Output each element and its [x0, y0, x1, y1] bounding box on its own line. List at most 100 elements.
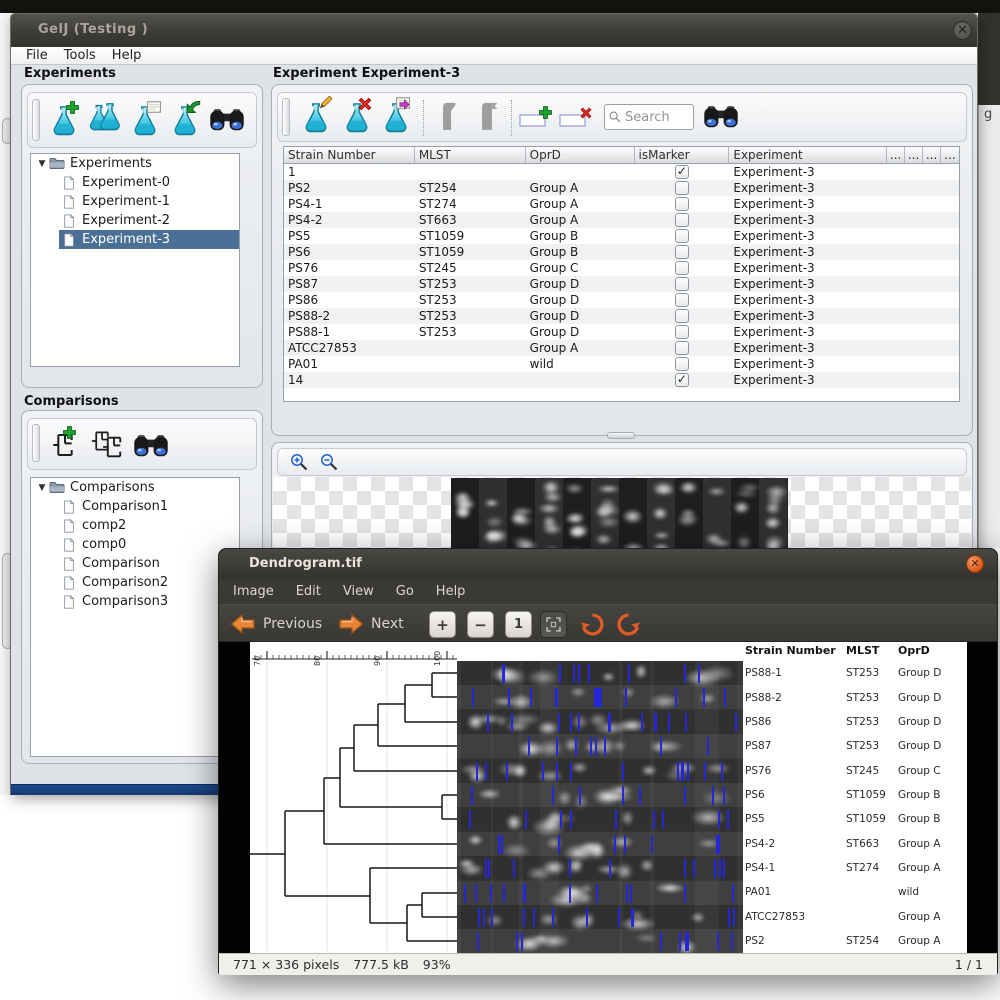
comparison-tree-item[interactable]: Comparison1	[31, 497, 239, 516]
gelj-close-button[interactable]: ✕	[953, 21, 972, 40]
comparison-tree-item[interactable]: Comparison	[31, 554, 239, 573]
viewer-close-button[interactable]: ✕	[966, 555, 984, 573]
table-row[interactable]: PS76 ST245 Group C Experiment-3	[284, 260, 959, 276]
ismarker-checkbox[interactable]	[674, 325, 689, 339]
column-header-experiment[interactable]: Experiment	[729, 147, 888, 163]
table-row[interactable]: PS2 ST254 Group A Experiment-3	[284, 180, 959, 196]
menu-item[interactable]: Image	[233, 584, 274, 599]
zoom-out-button[interactable]	[317, 451, 341, 473]
ismarker-checkbox[interactable]	[674, 372, 689, 387]
edit-experiment-button[interactable]	[298, 98, 334, 136]
menu-item[interactable]: View	[343, 584, 374, 599]
column-header-more[interactable]: ...	[905, 147, 924, 163]
column-header-more[interactable]: ...	[923, 147, 942, 163]
cell-ismarker	[635, 293, 730, 307]
ismarker-checkbox[interactable]	[674, 293, 689, 307]
table-row[interactable]: PS4-2 ST663 Group A Experiment-3	[284, 212, 959, 228]
experiment-tree-item[interactable]: Experiment-2	[31, 211, 239, 230]
experiments-tree-root[interactable]: ▼ Experiments	[31, 154, 239, 173]
table-row[interactable]: 14 Experiment-3	[284, 372, 959, 388]
export-experiment-button[interactable]	[378, 98, 414, 136]
menu-item[interactable]: Go	[396, 584, 414, 599]
comparison-tree-item[interactable]: comp0	[31, 535, 239, 554]
cell-experiment: Experiment-3	[733, 325, 815, 339]
viewer-zoom-in-button[interactable]: +	[429, 611, 456, 638]
expand-triangle-icon[interactable]: ▼	[35, 483, 49, 493]
search-rows-button[interactable]	[701, 102, 741, 132]
gelj-titlebar[interactable]: GelJ (Testing ) ✕	[11, 14, 977, 47]
column-header-more[interactable]: ...	[941, 147, 959, 163]
comparison-tree-item[interactable]: comp2	[31, 516, 239, 535]
normal-size-button[interactable]: 1	[505, 611, 532, 638]
table-row[interactable]: PS87 ST253 Group D Experiment-3	[284, 276, 959, 292]
ismarker-checkbox[interactable]	[674, 261, 689, 275]
search-experiments-button[interactable]	[207, 103, 247, 137]
table-row[interactable]: PS86 ST253 Group D Experiment-3	[284, 292, 959, 308]
column-header-strain[interactable]: Strain Number	[284, 147, 415, 163]
table-row[interactable]: ATCC27853 Group A Experiment-3	[284, 340, 959, 356]
column-header-mlst[interactable]: MLST	[415, 147, 526, 163]
new-comparison-button[interactable]	[47, 428, 83, 462]
menu-item[interactable]: Edit	[296, 584, 321, 599]
search-comparisons-button[interactable]	[131, 431, 171, 461]
next-button[interactable]	[337, 613, 365, 635]
table-row[interactable]: 1 Experiment-3	[284, 164, 959, 180]
table-row[interactable]: PS5 ST1059 Group B Experiment-3	[284, 228, 959, 244]
delete-experiment-button[interactable]	[339, 98, 375, 136]
ismarker-checkbox[interactable]	[674, 357, 689, 371]
panel-splitter-handle[interactable]	[607, 432, 635, 439]
column-header-ismarker[interactable]: isMarker	[635, 147, 730, 163]
experiment-tree-item[interactable]: Experiment-3	[31, 230, 239, 249]
new-experiment-button[interactable]	[46, 101, 82, 139]
minus-icon: −	[474, 615, 487, 634]
lane-flag-tool-icon	[474, 101, 500, 133]
table-row[interactable]: PS4-1 ST274 Group A Experiment-3	[284, 196, 959, 212]
previous-label[interactable]: Previous	[263, 616, 322, 632]
ismarker-checkbox[interactable]	[674, 229, 689, 243]
delete-row-button[interactable]	[559, 106, 593, 130]
ismarker-checkbox[interactable]	[674, 245, 689, 259]
comparisons-tree-root[interactable]: ▼ Comparisons	[31, 478, 239, 497]
expand-triangle-icon[interactable]: ▼	[35, 159, 49, 169]
comparison-tree-item[interactable]: Comparison2	[31, 573, 239, 592]
table-row[interactable]: PS6 ST1059 Group B Experiment-3	[284, 244, 959, 260]
toolbar-grip[interactable]	[32, 424, 40, 462]
menu-item[interactable]: Tools	[64, 48, 96, 63]
column-header-oprd[interactable]: OprD	[526, 147, 635, 163]
duplicate-comparison-button[interactable]	[89, 428, 127, 462]
viewer-canvas: 70 80 90 100 Strain Number MLST OprD PS8…	[219, 642, 997, 953]
viewer-titlebar[interactable]: Dendrogram.tif ✕	[219, 549, 997, 579]
ismarker-checkbox[interactable]	[674, 341, 689, 355]
previous-button[interactable]	[229, 613, 257, 635]
table-row[interactable]: PS88-1 ST253 Group D Experiment-3	[284, 324, 959, 340]
table-row[interactable]: PS88-2 ST253 Group D Experiment-3	[284, 308, 959, 324]
load-experiment-button[interactable]	[127, 101, 163, 139]
next-label[interactable]: Next	[371, 616, 404, 632]
toolbar-grip[interactable]	[32, 99, 40, 141]
lane-flag-tool-button-disabled[interactable]	[472, 100, 502, 134]
best-fit-button[interactable]	[540, 611, 567, 638]
duplicate-experiment-button[interactable]	[85, 101, 123, 139]
column-header-more[interactable]: ...	[887, 147, 906, 163]
experiment-tree-item[interactable]: Experiment-0	[31, 173, 239, 192]
ismarker-checkbox[interactable]	[674, 164, 689, 179]
lane-tool-button-disabled[interactable]	[433, 100, 463, 134]
toolbar-grip[interactable]	[282, 98, 290, 136]
ismarker-checkbox[interactable]	[674, 213, 689, 227]
import-experiment-button[interactable]	[167, 101, 203, 139]
comparison-tree-item[interactable]: Comparison3	[31, 592, 239, 611]
table-row[interactable]: PA01 wild Experiment-3	[284, 356, 959, 372]
ismarker-checkbox[interactable]	[674, 197, 689, 211]
ismarker-checkbox[interactable]	[674, 181, 689, 195]
add-row-button[interactable]	[519, 106, 553, 130]
menu-item[interactable]: Help	[112, 48, 142, 63]
ismarker-checkbox[interactable]	[674, 277, 689, 291]
viewer-zoom-out-button[interactable]: −	[467, 611, 494, 638]
rotate-right-button[interactable]	[614, 610, 642, 638]
zoom-in-button[interactable]	[287, 451, 311, 473]
rotate-left-button[interactable]	[578, 610, 606, 638]
menu-item[interactable]: Help	[436, 584, 466, 599]
ismarker-checkbox[interactable]	[674, 309, 689, 323]
experiment-tree-item[interactable]: Experiment-1	[31, 192, 239, 211]
menu-item[interactable]: File	[26, 48, 48, 63]
